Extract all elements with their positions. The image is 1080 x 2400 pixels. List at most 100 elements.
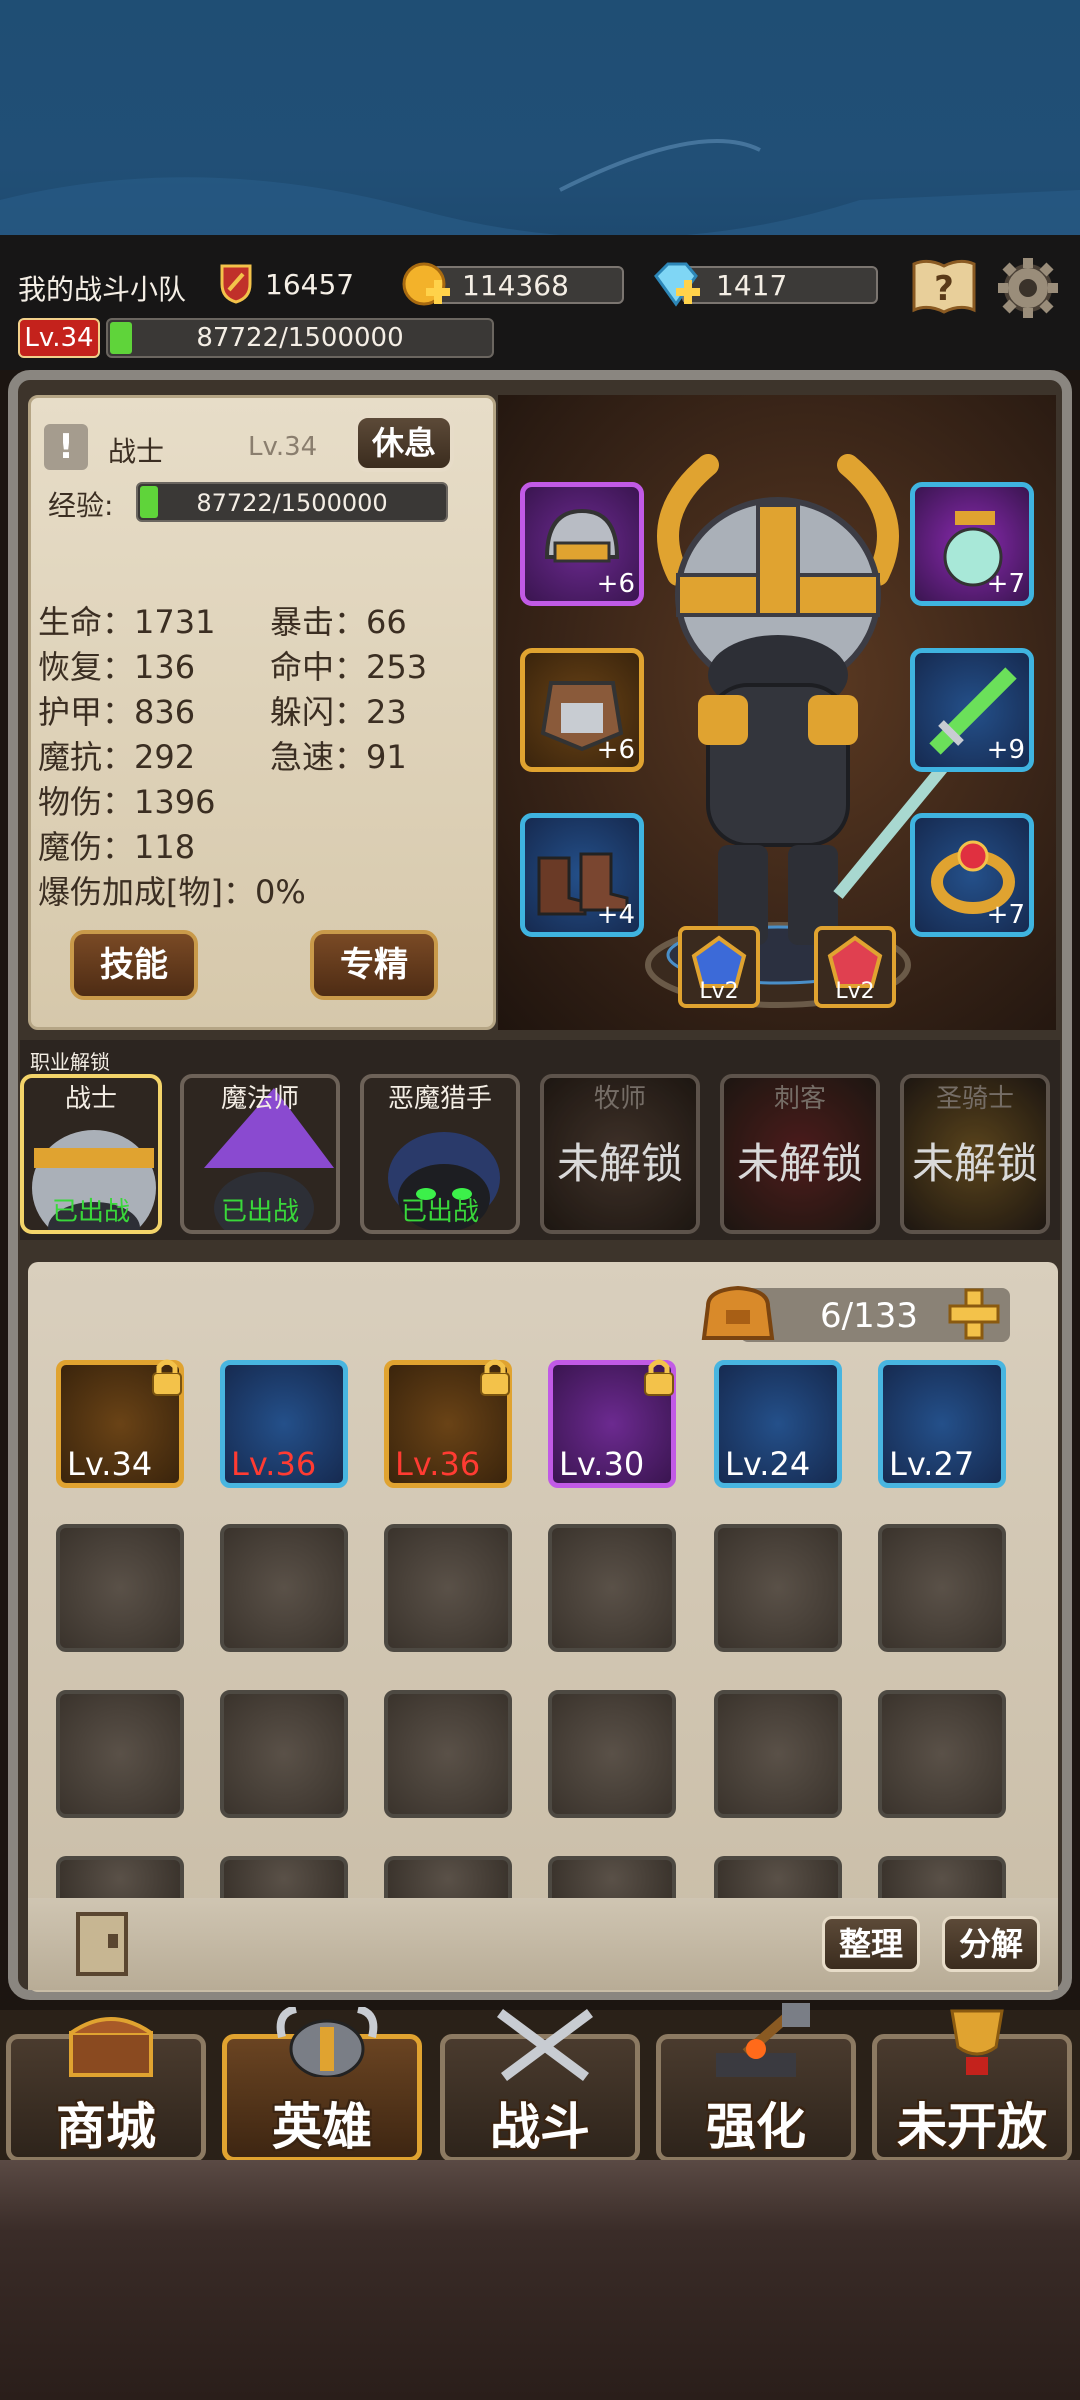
class-status: 已出战 — [51, 1197, 130, 1227]
power-value: 16457 — [265, 268, 355, 301]
empty-inventory-slot[interactable] — [878, 1690, 1006, 1818]
class-locked-label: 未解锁 — [556, 1139, 683, 1188]
lock-icon — [480, 1359, 510, 1396]
empty-inventory-slot[interactable] — [878, 1524, 1006, 1652]
empty-inventory-slot[interactable] — [878, 1856, 1006, 1898]
class-locked-label: 未解锁 — [736, 1139, 863, 1188]
stat-physical-damage: 物伤：1396 — [38, 783, 216, 821]
class-locked-label: 未解锁 — [911, 1139, 1038, 1188]
skill-button[interactable]: 技能 — [70, 930, 198, 1000]
empty-inventory-slot[interactable] — [714, 1524, 842, 1652]
specialization-button[interactable]: 专精 — [310, 930, 438, 1000]
stat-haste: 急速：91 — [270, 738, 407, 776]
empty-inventory-slot[interactable] — [220, 1524, 348, 1652]
empty-inventory-slot[interactable] — [714, 1690, 842, 1818]
helmet-slot[interactable]: +6 — [520, 482, 644, 606]
gem-add-icon[interactable] — [650, 258, 704, 316]
tab-enhance[interactable]: 强化 — [656, 2003, 856, 2162]
empty-inventory-slot[interactable] — [56, 1690, 184, 1818]
class-name: 魔法师 — [220, 1084, 299, 1114]
class-card-mage[interactable]: 魔法师 已出战 — [180, 1074, 340, 1234]
trophy-icon — [950, 2009, 1004, 2075]
boots-slot[interactable]: +4 — [520, 813, 644, 937]
sky-background — [0, 0, 1080, 235]
hero-level: Lv.34 — [248, 432, 318, 462]
codex-book-icon[interactable] — [72, 1910, 132, 1982]
svg-text:?: ? — [934, 269, 954, 309]
tab-label: 英雄 — [272, 2098, 372, 2156]
helmet-horns-icon — [276, 2007, 378, 2077]
class-name: 恶魔猎手 — [387, 1084, 492, 1114]
tab-battle[interactable]: 战斗 — [440, 2008, 640, 2162]
empty-inventory-slot[interactable] — [384, 1856, 512, 1898]
lock-icon — [644, 1359, 674, 1396]
item-level: Lv.27 — [889, 1445, 975, 1483]
stat-accuracy: 命中：253 — [270, 648, 428, 686]
inventory-item[interactable]: Lv.36 — [220, 1360, 348, 1488]
team-name: 我的战斗小队 — [18, 273, 187, 306]
stat-armor: 护甲：836 — [38, 693, 196, 731]
weapon-slot[interactable]: +9 — [910, 648, 1034, 772]
stone-floor — [0, 2160, 1080, 2400]
hero-class-name: 战士 — [108, 435, 165, 468]
tab-locked[interactable]: 未开放 — [872, 2009, 1072, 2162]
tab-shop[interactable]: 商城 — [6, 2017, 206, 2162]
class-name: 刺客 — [773, 1084, 826, 1114]
armor-enhance: +6 — [596, 735, 635, 765]
hero-exp-bar: 87722/1500000 — [136, 482, 448, 522]
item-level: Lv.34 — [67, 1445, 153, 1483]
ring-slot[interactable]: +7 — [910, 813, 1034, 937]
empty-inventory-slot[interactable] — [220, 1690, 348, 1818]
gem-1-level: Lv2 — [699, 979, 739, 1004]
class-card-paladin[interactable]: 圣骑士 未解锁 — [900, 1074, 1050, 1234]
exp-label: 经验: — [48, 489, 114, 522]
empty-inventory-slot[interactable] — [548, 1690, 676, 1818]
inventory-item[interactable]: Lv.24 — [714, 1360, 842, 1488]
helmet-enhance: +6 — [596, 569, 635, 599]
empty-inventory-slot[interactable] — [714, 1856, 842, 1898]
empty-inventory-slot[interactable] — [56, 1524, 184, 1652]
sort-button[interactable]: 整理 — [822, 1916, 920, 1972]
class-card-demon-hunter[interactable]: 恶魔猎手 已出战 — [360, 1074, 520, 1234]
class-unlock-title: 职业解锁 — [30, 1050, 110, 1074]
rest-button[interactable]: 休息 — [354, 414, 454, 472]
expand-inventory-icon[interactable] — [944, 1284, 1004, 1348]
tab-label: 未开放 — [897, 2098, 1047, 2156]
class-card-assassin[interactable]: 刺客 未解锁 — [720, 1074, 880, 1234]
inventory-item[interactable]: Lv.30 — [548, 1359, 676, 1488]
class-card-priest[interactable]: 牧师 未解锁 — [540, 1074, 700, 1234]
gem-slot-1[interactable]: Lv2 — [678, 926, 760, 1008]
empty-inventory-slot[interactable] — [548, 1524, 676, 1652]
class-name: 战士 — [64, 1084, 117, 1114]
quest-book-icon[interactable]: ? — [910, 256, 978, 320]
player-exp-text: 87722/1500000 — [196, 323, 404, 353]
inventory-item[interactable]: Lv.27 — [878, 1360, 1006, 1488]
amulet-slot[interactable]: +7 — [910, 482, 1034, 606]
inventory-item[interactable]: Lv.34 — [56, 1359, 184, 1488]
stat-magic-damage: 魔伤：118 — [38, 828, 196, 866]
gem-value: 1417 — [716, 269, 788, 302]
empty-inventory-slot[interactable] — [384, 1690, 512, 1818]
empty-inventory-slot[interactable] — [220, 1856, 348, 1898]
decompose-button[interactable]: 分解 — [942, 1916, 1040, 1972]
gold-add-icon[interactable] — [400, 258, 454, 316]
gem-slot-2[interactable]: Lv2 — [814, 926, 896, 1008]
tab-hero[interactable]: 英雄 — [222, 2007, 422, 2162]
settings-gear-icon[interactable] — [996, 256, 1060, 324]
stat-crit-damage-bonus: 爆伤加成[物]：0% — [38, 873, 306, 911]
empty-inventory-slot[interactable] — [56, 1856, 184, 1898]
class-status: 已出战 — [400, 1197, 479, 1227]
anvil-hammer-icon — [716, 2003, 810, 2077]
item-level: Lv.36 — [395, 1445, 481, 1483]
gem-2-level: Lv2 — [835, 979, 875, 1004]
armor-slot[interactable]: +6 — [520, 648, 644, 772]
info-alert-icon[interactable]: ! — [44, 424, 88, 470]
tab-label: 战斗 — [490, 2098, 590, 2156]
inventory-item[interactable]: Lv.36 — [384, 1359, 512, 1488]
empty-inventory-slot[interactable] — [384, 1524, 512, 1652]
stat-magic-resist: 魔抗：292 — [38, 738, 196, 776]
empty-inventory-slot[interactable] — [548, 1856, 676, 1898]
player-exp-bar: 87722/1500000 — [106, 318, 494, 358]
class-card-warrior[interactable]: 战士 已出战 — [20, 1074, 162, 1234]
wave-decoration — [0, 139, 1080, 235]
